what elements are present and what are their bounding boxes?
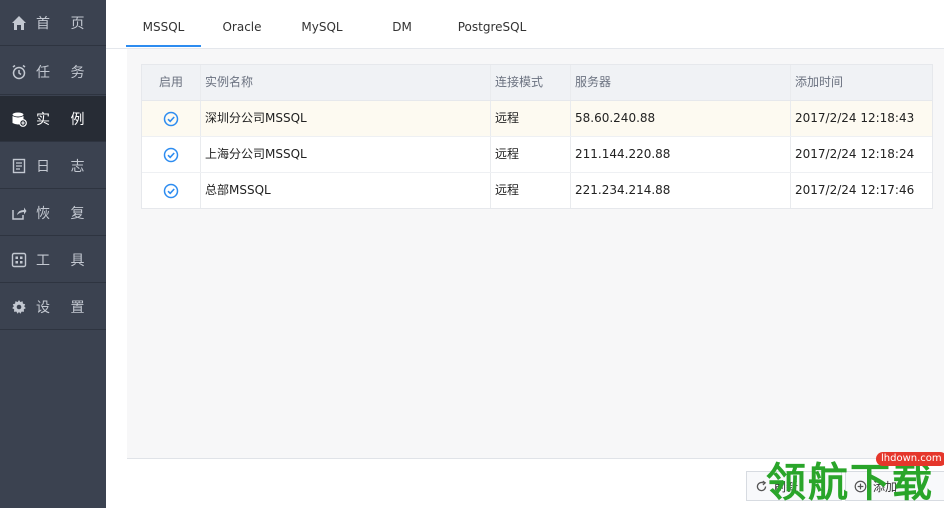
col-server-header[interactable]: 服务器 — [571, 65, 791, 100]
sidebar-item-label: 任 务 — [36, 64, 93, 81]
instance-name: 深圳分公司MSSQL — [201, 101, 491, 136]
sidebar-item-label: 设 置 — [36, 299, 93, 316]
gear-icon — [10, 298, 28, 316]
server-address: 221.234.214.88 — [571, 173, 791, 208]
instance-name: 总部MSSQL — [201, 173, 491, 208]
sidebar-item-tasks[interactable]: 任 务 — [0, 49, 106, 95]
sidebar-item-label: 首 页 — [36, 15, 93, 32]
enabled-checkbox[interactable] — [142, 137, 201, 172]
sidebar-item-label: 实 例 — [36, 111, 93, 128]
instance-name: 上海分公司MSSQL — [201, 137, 491, 172]
table-row[interactable]: 上海分公司MSSQL 远程 211.144.220.88 2017/2/24 1… — [142, 137, 932, 173]
instance-table: 启用 实例名称 连接模式 服务器 添加时间 深圳分公司MSSQL 远程 58.6… — [141, 64, 933, 209]
tools-grid-icon — [10, 251, 28, 269]
tab-dm[interactable]: DM — [382, 0, 422, 47]
add-circle-icon — [854, 480, 867, 492]
table-row[interactable]: 深圳分公司MSSQL 远程 58.60.240.88 2017/2/24 12:… — [142, 101, 932, 137]
log-document-icon — [10, 157, 28, 175]
sidebar-item-label: 工 具 — [36, 252, 93, 269]
alarm-clock-icon — [10, 63, 28, 81]
sidebar-item-logs[interactable]: 日 志 — [0, 143, 106, 189]
refresh-label: 刷新 — [774, 479, 799, 494]
instance-list-panel: 启用 实例名称 连接模式 服务器 添加时间 深圳分公司MSSQL 远程 58.6… — [127, 49, 944, 459]
db-type-tabs: MSSQL Oracle MySQL DM PostgreSQL — [106, 0, 944, 49]
enabled-checkbox[interactable] — [142, 101, 201, 136]
enabled-checkbox[interactable] — [142, 173, 201, 208]
check-circle-icon — [163, 147, 179, 162]
sidebar-item-home[interactable]: 首 页 — [0, 0, 106, 46]
added-time: 2017/2/24 12:18:43 — [795, 111, 915, 125]
sidebar-item-instances[interactable]: 实 例 — [0, 96, 106, 142]
action-footer: 刷新 添加 — [127, 459, 944, 508]
sidebar-item-label: 恢 复 — [36, 205, 93, 222]
connection-mode: 远程 — [491, 137, 571, 172]
tab-mysql[interactable]: MySQL — [292, 0, 352, 47]
tab-mssql[interactable]: MSSQL — [126, 0, 201, 47]
col-mode-header[interactable]: 连接模式 — [491, 65, 571, 100]
check-circle-icon — [163, 183, 179, 198]
share-export-icon — [10, 204, 28, 222]
refresh-icon — [756, 480, 767, 491]
tab-postgresql[interactable]: PostgreSQL — [452, 0, 532, 47]
sidebar: 首 页 任 务 实 例 日 志 恢 复 工 具 设 置 — [0, 0, 106, 508]
sidebar-item-label: 日 志 — [36, 158, 93, 175]
database-icon — [10, 110, 28, 128]
added-time: 2017/2/24 12:18:24 — [795, 147, 915, 161]
sidebar-item-restore[interactable]: 恢 复 — [0, 190, 106, 236]
check-circle-icon — [163, 111, 179, 126]
refresh-button[interactable]: 刷新 — [746, 471, 842, 501]
table-header: 启用 实例名称 连接模式 服务器 添加时间 — [142, 65, 932, 101]
add-button[interactable]: 添加 — [845, 471, 944, 501]
added-time: 2017/2/24 12:17:46 — [795, 183, 915, 197]
col-enabled-header[interactable]: 启用 — [142, 65, 201, 100]
sidebar-item-settings[interactable]: 设 置 — [0, 284, 106, 330]
tab-oracle[interactable]: Oracle — [212, 0, 272, 47]
connection-mode: 远程 — [491, 173, 571, 208]
server-address: 58.60.240.88 — [571, 101, 791, 136]
sidebar-item-tools[interactable]: 工 具 — [0, 237, 106, 283]
col-name-header[interactable]: 实例名称 — [201, 65, 491, 100]
add-label: 添加 — [873, 479, 898, 494]
connection-mode: 远程 — [491, 101, 571, 136]
main-panel: MSSQL Oracle MySQL DM PostgreSQL 启用 实例名称… — [106, 0, 944, 508]
col-added-header[interactable]: 添加时间 — [791, 65, 932, 100]
server-address: 211.144.220.88 — [571, 137, 791, 172]
home-icon — [10, 14, 28, 32]
table-row[interactable]: 总部MSSQL 远程 221.234.214.88 2017/2/24 12:1… — [142, 173, 932, 208]
